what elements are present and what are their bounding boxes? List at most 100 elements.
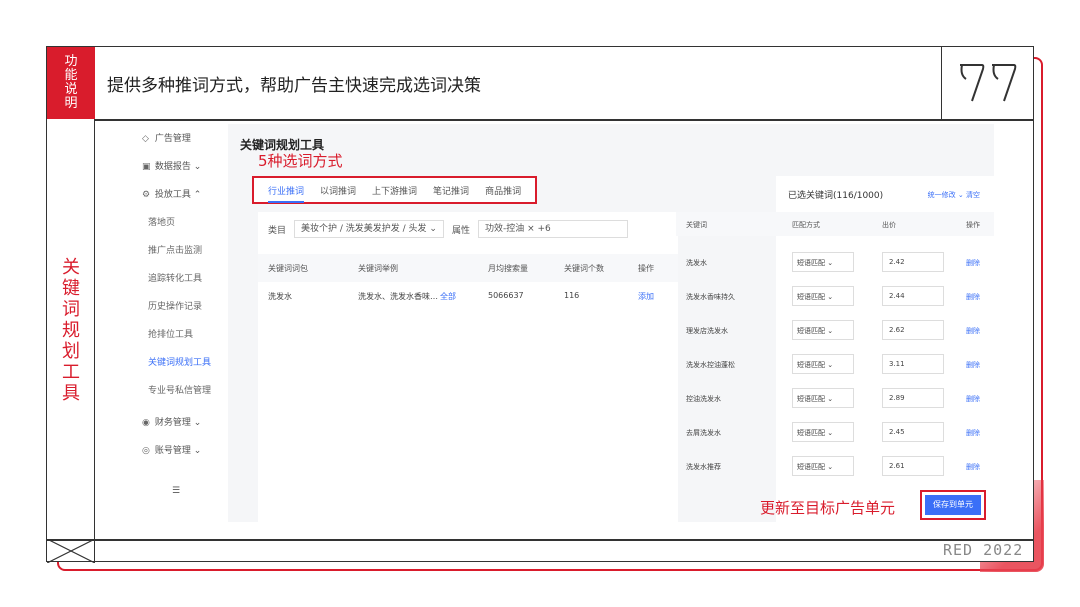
quote-icon xyxy=(960,64,1017,102)
chevron-down-icon: ⌄ xyxy=(827,259,834,267)
col-bid: 出价 xyxy=(882,221,896,229)
sidebar: ◇ 广告管理 ▣ 数据报告 ⌄ ⚙ 投放工具 ⌃ 落地页 推广点击监测 追踪转化… xyxy=(128,124,228,522)
sidebar-sub-item[interactable]: 追踪转化工具 xyxy=(148,272,202,286)
attr-select[interactable]: 功效-控油 × +6 xyxy=(477,220,628,238)
delete-link[interactable]: 删除 xyxy=(966,360,980,370)
selected-row: 洗发水 短语匹配 ⌄ 2.42 删除 xyxy=(676,246,994,280)
chevron-down-icon: ⌄ xyxy=(429,224,437,234)
selected-row: 控油洗发水 短语匹配 ⌄ 2.89 删除 xyxy=(676,382,994,416)
chevron-down-icon: ⌄ xyxy=(827,395,834,403)
match-value: 短语匹配 xyxy=(797,293,825,301)
match-select[interactable]: 短语匹配 ⌄ xyxy=(792,388,854,408)
sidebar-sub-item-active[interactable]: 关键词规划工具 xyxy=(148,356,211,370)
match-select[interactable]: 短语匹配 ⌄ xyxy=(792,252,854,272)
headline: 提供多种推词方式，帮助广告主快速完成选词决策 xyxy=(107,76,481,96)
bid-input[interactable]: 2.89 xyxy=(882,388,944,408)
cross-box-icon xyxy=(47,539,95,563)
sidebar-item-finance[interactable]: ◉ 财务管理 ⌄ xyxy=(142,416,201,430)
tab-word[interactable]: 以词推词 xyxy=(320,184,356,197)
category-select[interactable]: 美妆个护 / 洗发美发护发 / 头发 ⌄ xyxy=(294,220,444,238)
sidebar-item-tools[interactable]: ⚙ 投放工具 ⌃ xyxy=(142,188,201,202)
sidebar-sub-item[interactable]: 历史操作记录 xyxy=(148,300,202,314)
match-value: 短语匹配 xyxy=(797,259,825,267)
chevron-up-icon: ⌃ xyxy=(193,190,202,200)
bulk-edit-link[interactable]: 统一修改 xyxy=(928,191,956,199)
finance-icon: ◉ xyxy=(142,418,150,428)
tab-industry[interactable]: 行业推词 xyxy=(268,184,305,203)
feature-tag: 功 能 说 明 xyxy=(47,47,95,119)
col-keyword: 关键词 xyxy=(686,221,707,229)
match-select[interactable]: 短语匹配 ⌄ xyxy=(792,456,854,476)
match-select[interactable]: 短语匹配 ⌄ xyxy=(792,320,854,340)
match-select[interactable]: 短语匹配 ⌄ xyxy=(792,422,854,442)
collapse-menu-icon[interactable]: ☰ xyxy=(172,484,180,498)
table-row: 洗发水 洗发水、洗发水香味… 全部 5066637 116 添加 xyxy=(258,282,678,312)
match-value: 短语匹配 xyxy=(797,429,825,437)
sidebar-sub-item[interactable]: 推广点击监测 xyxy=(148,244,202,258)
selected-keyword: 洗发水推荐 xyxy=(686,463,721,471)
sidebar-item-account[interactable]: ◎ 账号管理 ⌄ xyxy=(142,444,201,458)
delete-link[interactable]: 删除 xyxy=(966,326,980,336)
col-example: 关键词举例 xyxy=(358,264,398,273)
feature-tag-char: 明 xyxy=(64,96,78,111)
col-volume: 月均搜索量 xyxy=(488,264,528,273)
section-title-char: 具 xyxy=(62,383,80,404)
delete-link[interactable]: 删除 xyxy=(966,292,980,302)
section-vertical-title: 关 键 词 规 划 工 具 xyxy=(47,257,95,404)
col-match: 匹配方式 xyxy=(792,221,820,229)
sidebar-item-label: 投放工具 xyxy=(154,190,191,200)
delete-link[interactable]: 删除 xyxy=(966,258,980,268)
col-op: 操作 xyxy=(966,221,980,229)
sidebar-sub-item[interactable]: 专业号私信管理 xyxy=(148,384,211,398)
cell-count: 116 xyxy=(564,291,580,300)
page: 功 能 说 明 关 键 词 规 划 工 具 提供多种推词方式，帮助广告主快速完成… xyxy=(0,0,1080,607)
tool-icon: ⚙ xyxy=(142,190,151,200)
selected-keyword: 去屑洗发水 xyxy=(686,429,721,437)
report-icon: ▣ xyxy=(142,162,151,172)
cell-example: 洗发水、洗发水香味… xyxy=(358,292,438,301)
compass-icon: ◇ xyxy=(142,134,149,144)
bid-input[interactable]: 3.11 xyxy=(882,354,944,374)
sidebar-sub-item[interactable]: 落地页 xyxy=(148,216,175,230)
selected-title: 已选关键词(116/1000) xyxy=(788,191,884,201)
sidebar-sub-item[interactable]: 抢排位工具 xyxy=(148,328,193,342)
sidebar-item-label: 广告管理 xyxy=(154,134,191,144)
delete-link[interactable]: 删除 xyxy=(966,428,980,438)
selected-row: 去屑洗发水 短语匹配 ⌄ 2.45 删除 xyxy=(676,416,994,450)
chevron-down-icon: ⌄ xyxy=(827,327,834,335)
tab-product[interactable]: 商品推词 xyxy=(485,184,521,197)
delete-link[interactable]: 删除 xyxy=(966,462,980,472)
brand-footer: RED 2022 xyxy=(943,541,1024,559)
col-pack: 关键词词包 xyxy=(268,264,308,273)
bid-input[interactable]: 2.62 xyxy=(882,320,944,340)
table-header: 关键词词包 关键词举例 月均搜索量 关键词个数 操作 xyxy=(258,254,678,282)
selected-keyword: 洗发水香味持久 xyxy=(686,293,735,301)
sidebar-item-label: 账号管理 xyxy=(154,446,191,456)
match-select[interactable]: 短语匹配 ⌄ xyxy=(792,354,854,374)
bid-input[interactable]: 2.42 xyxy=(882,252,944,272)
clear-link[interactable]: 清空 xyxy=(966,191,980,199)
sidebar-item-ads[interactable]: ◇ 广告管理 xyxy=(142,132,191,146)
delete-link[interactable]: 删除 xyxy=(966,394,980,404)
attr-label: 属性 xyxy=(451,225,470,236)
annotation-methods: 5种选词方式 xyxy=(258,152,343,170)
sidebar-item-label: 财务管理 xyxy=(154,418,191,428)
cell-pack: 洗发水 xyxy=(268,292,292,301)
match-select[interactable]: 短语匹配 ⌄ xyxy=(792,286,854,306)
tab-chain[interactable]: 上下游推词 xyxy=(372,184,417,197)
feature-tag-char: 说 xyxy=(64,82,78,97)
bid-input[interactable]: 2.45 xyxy=(882,422,944,442)
section-title-char: 键 xyxy=(62,278,80,299)
bid-input[interactable]: 2.61 xyxy=(882,456,944,476)
card-left-column: 功 能 说 明 关 键 词 规 划 工 具 xyxy=(47,47,95,561)
show-all-link[interactable]: 全部 xyxy=(440,291,456,302)
save-to-unit-button[interactable]: 保存到单元 xyxy=(925,495,981,515)
col-action: 操作 xyxy=(638,264,654,273)
section-title-char: 工 xyxy=(62,362,80,383)
sidebar-item-reports[interactable]: ▣ 数据报告 ⌄ xyxy=(142,160,201,174)
tab-note[interactable]: 笔记推词 xyxy=(433,184,469,197)
chevron-down-icon: ⌄ xyxy=(193,418,202,428)
bid-input[interactable]: 2.44 xyxy=(882,286,944,306)
add-link[interactable]: 添加 xyxy=(638,291,654,302)
chevron-down-icon: ⌄ xyxy=(827,463,834,471)
